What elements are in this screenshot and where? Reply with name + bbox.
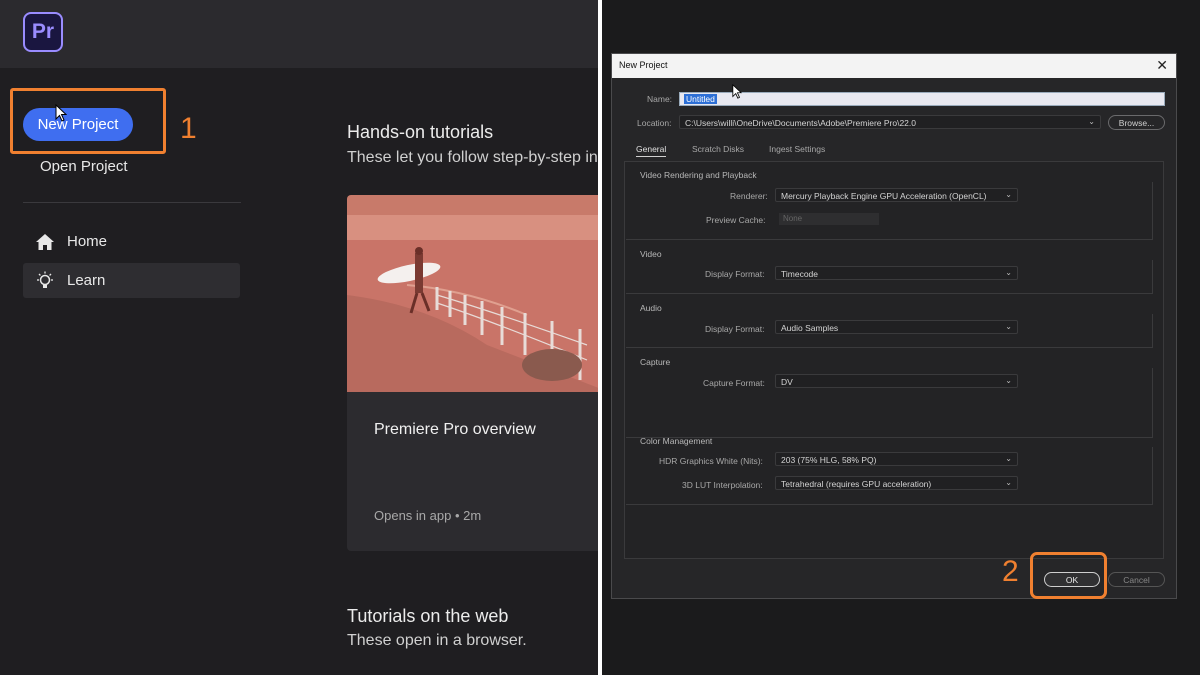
chevron-down-icon: ⌄ [1005, 190, 1012, 199]
hdr-white-label: HDR Graphics White (Nits): [659, 456, 763, 466]
capture-format-value: DV [781, 377, 793, 387]
mouse-cursor-icon [55, 104, 67, 122]
home-icon [35, 232, 55, 252]
tutorial-thumbnail [347, 195, 598, 392]
sidebar-item-label: Home [67, 233, 108, 250]
sidebar-item-learn[interactable]: Learn [23, 263, 240, 298]
top-bar: Pr [0, 0, 598, 68]
hdr-white-select[interactable]: 203 (75% HLG, 58% PQ) ⌄ [775, 452, 1018, 466]
location-label: Location: [637, 118, 672, 128]
renderer-select[interactable]: Mercury Playback Engine GPU Acceleration… [775, 188, 1018, 202]
dialog-titlebar: New Project ✕ [612, 54, 1176, 78]
card-meta: Opens in app • 2m [374, 508, 482, 523]
chevron-down-icon: ⌄ [1005, 454, 1012, 463]
premiere-logo: Pr [23, 12, 63, 52]
audio-display-format-label: Display Format: [705, 324, 765, 334]
web-tutorials-subtitle: These open in a browser. [347, 632, 527, 649]
browse-button[interactable]: Browse... [1108, 115, 1165, 130]
home-screen: Pr New Project 1 Open Project Home Learn… [0, 0, 598, 675]
lightbulb-icon [35, 271, 55, 291]
preview-cache-value: None [779, 213, 879, 225]
name-label: Name: [647, 94, 673, 104]
open-project-link[interactable]: Open Project [40, 158, 128, 175]
tutorial-card[interactable]: Premiere Pro overview Opens in app • 2m [347, 195, 598, 551]
preview-cache-label: Preview Cache: [706, 215, 766, 225]
cancel-button[interactable]: Cancel [1108, 572, 1165, 587]
web-tutorials-title: Tutorials on the web [347, 606, 509, 626]
renderer-label: Renderer: [730, 191, 768, 201]
location-select[interactable]: C:\Users\willi\OneDrive\Documents\Adobe\… [679, 115, 1101, 129]
tab-scratch-disks[interactable]: Scratch Disks [692, 144, 744, 154]
dialog-title: New Project [619, 60, 668, 70]
new-project-dialog: New Project ✕ Name: Untitled Location: C… [611, 53, 1177, 599]
audio-display-format-select[interactable]: Audio Samples ⌄ [775, 320, 1018, 334]
lut-interpolation-label: 3D LUT Interpolation: [682, 480, 763, 490]
name-field[interactable]: Untitled [679, 92, 1165, 106]
sidebar-item-label: Learn [67, 272, 106, 289]
capture-format-select[interactable]: DV ⌄ [775, 374, 1018, 388]
chevron-down-icon: ⌄ [1005, 478, 1012, 487]
lut-interpolation-value: Tetrahedral (requires GPU acceleration) [781, 479, 932, 489]
audio-display-format-value: Audio Samples [781, 323, 839, 333]
group-title-audio: Audio [640, 303, 662, 313]
chevron-down-icon: ⌄ [1005, 268, 1012, 277]
close-icon[interactable]: ✕ [1156, 57, 1168, 74]
lut-interpolation-select[interactable]: Tetrahedral (requires GPU acceleration) … [775, 476, 1018, 490]
renderer-value: Mercury Playback Engine GPU Acceleration… [781, 191, 987, 201]
capture-format-label: Capture Format: [703, 378, 765, 388]
step-number-1: 1 [180, 112, 197, 145]
group-title-capture: Capture [640, 357, 671, 367]
name-value: Untitled [684, 94, 717, 104]
chevron-down-icon: ⌄ [1005, 322, 1012, 331]
video-display-format-value: Timecode [781, 269, 819, 279]
step-number-2: 2 [1002, 555, 1019, 588]
card-title: Premiere Pro overview [374, 421, 536, 438]
chevron-down-icon: ⌄ [1088, 117, 1095, 126]
tutorials-title: Hands-on tutorials [347, 122, 494, 142]
mouse-cursor-icon [732, 84, 742, 99]
video-display-format-label: Display Format: [705, 269, 765, 279]
video-display-format-select[interactable]: Timecode ⌄ [775, 266, 1018, 280]
chevron-down-icon: ⌄ [1005, 376, 1012, 385]
sidebar-item-home[interactable]: Home [23, 224, 240, 259]
location-value: C:\Users\willi\OneDrive\Documents\Adobe\… [685, 118, 917, 128]
new-project-screen: New Project ✕ Name: Untitled Location: C… [602, 0, 1200, 675]
hdr-white-value: 203 (75% HLG, 58% PQ) [781, 455, 877, 465]
group-title-color-management: Color Management [640, 436, 713, 446]
tutorials-subtitle: These let you follow step-by-step inst [347, 149, 598, 166]
screenshot-root: Pr New Project 1 Open Project Home Learn… [0, 0, 1200, 675]
sidebar-divider [23, 202, 241, 203]
tab-ingest-settings[interactable]: Ingest Settings [769, 144, 825, 154]
group-title-video-rendering: Video Rendering and Playback [640, 170, 757, 180]
highlight-new-project [10, 88, 166, 154]
tab-general[interactable]: General [636, 144, 667, 157]
highlight-ok-button [1030, 552, 1107, 599]
group-title-video: Video [640, 249, 662, 259]
